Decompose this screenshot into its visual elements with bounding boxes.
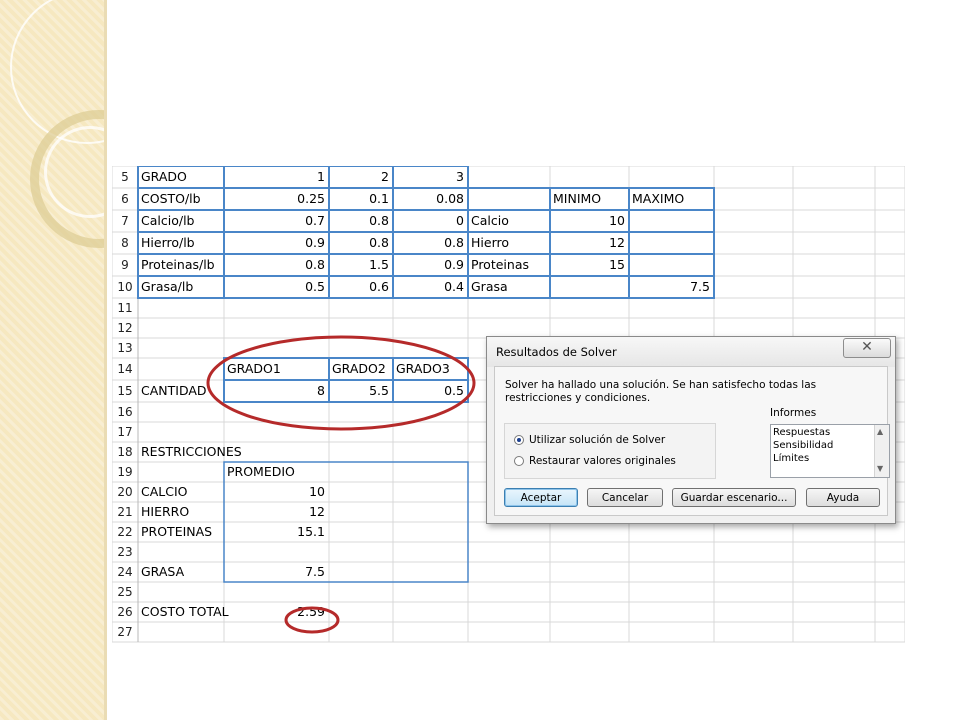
- option-label: Utilizar solución de Solver: [529, 434, 666, 446]
- option-label: Restaurar valores originales: [529, 455, 676, 467]
- report-item-sensitivity[interactable]: Sensibilidad: [773, 440, 833, 452]
- save-scenario-button[interactable]: Guardar escenario...: [672, 488, 796, 507]
- accept-button[interactable]: Aceptar: [504, 488, 578, 507]
- annotation-ellipse-total-cost: [284, 606, 340, 634]
- reports-label: Informes: [770, 407, 817, 419]
- close-button[interactable]: ✕: [843, 338, 891, 358]
- close-icon: ✕: [861, 339, 873, 355]
- scroll-down-icon[interactable]: ▼: [877, 464, 883, 473]
- scroll-up-icon[interactable]: ▲: [877, 427, 883, 436]
- report-item-limits[interactable]: Límites: [773, 453, 809, 465]
- dialog-titlebar[interactable]: Resultados de Solver ✕: [487, 337, 895, 367]
- solver-results-dialog: Resultados de Solver ✕ Solver ha hallado…: [486, 336, 896, 524]
- solution-options-group: Utilizar solución de Solver Restaurar va…: [504, 423, 716, 479]
- reports-scrollbar[interactable]: ▲ ▼: [874, 425, 889, 477]
- option-keep-solver-solution[interactable]: Utilizar solución de Solver: [514, 434, 665, 446]
- option-restore-original-values[interactable]: Restaurar valores originales: [514, 455, 676, 467]
- radio-selected-icon[interactable]: [514, 435, 524, 445]
- help-button[interactable]: Ayuda: [806, 488, 880, 507]
- reports-listbox[interactable]: Respuestas Sensibilidad Límites ▲ ▼: [770, 424, 890, 478]
- dialog-body: Solver ha hallado una solución. Se han s…: [494, 366, 890, 516]
- radio-unselected-icon[interactable]: [514, 456, 524, 466]
- report-item-answer[interactable]: Respuestas: [773, 427, 830, 439]
- cancel-button[interactable]: Cancelar: [587, 488, 663, 507]
- dialog-title: Resultados de Solver: [496, 345, 617, 359]
- solver-message: Solver ha hallado una solución. Se han s…: [505, 379, 817, 404]
- annotation-ellipse-quantities: [206, 335, 476, 431]
